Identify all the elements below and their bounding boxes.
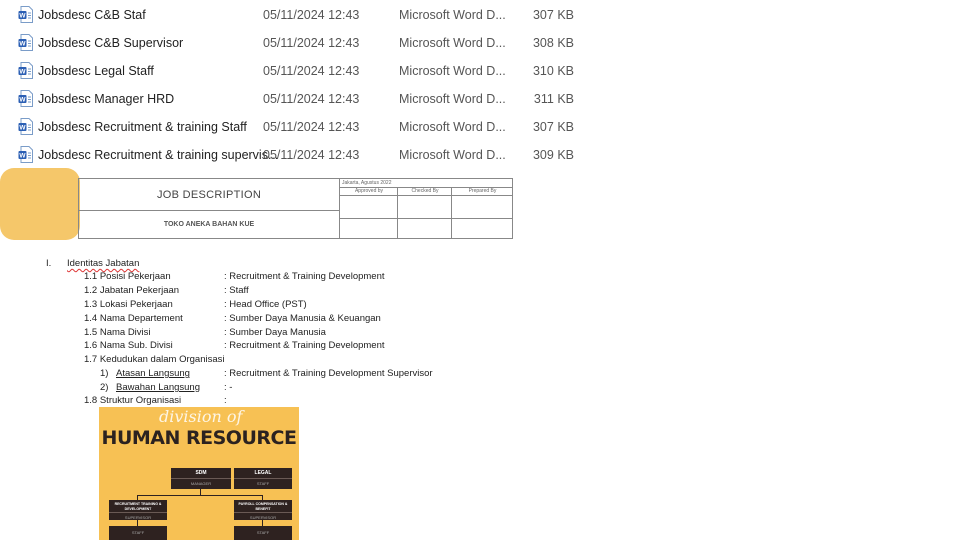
file-row[interactable]: W Jobsdesc C&B Supervisor 05/11/2024 12:… bbox=[0, 32, 600, 56]
item-value: : Staff bbox=[224, 285, 249, 296]
item-value: : Head Office (PST) bbox=[224, 299, 307, 310]
org-box-sdm: SDM MANAGER bbox=[171, 468, 231, 489]
org-box-staff: STAFF bbox=[109, 526, 167, 540]
item-label: 1.6 Nama Sub. Divisi bbox=[84, 340, 173, 351]
item-label: 1.5 Nama Divisi bbox=[84, 327, 151, 338]
document-preview: JOB DESCRIPTION TOKO ANEKA BAHAN KUE Jak… bbox=[0, 168, 515, 540]
file-size: 307 KB bbox=[532, 8, 574, 22]
file-size: 307 KB bbox=[532, 120, 574, 134]
doc-place-date: Jakarta, Agustus 2022 bbox=[342, 180, 392, 186]
item-value: : Sumber Daya Manusia bbox=[224, 327, 326, 338]
item-label: 1.4 Nama Departement bbox=[84, 313, 183, 324]
section-heading: Identitas Jabatan bbox=[67, 258, 140, 269]
doc-header-table: JOB DESCRIPTION TOKO ANEKA BAHAN KUE Jak… bbox=[78, 178, 513, 239]
org-box-staff: STAFF bbox=[234, 526, 292, 540]
file-size: 310 KB bbox=[532, 64, 574, 78]
file-size: 308 KB bbox=[532, 36, 574, 50]
org-title: HUMAN RESOURCE bbox=[101, 427, 297, 449]
file-row[interactable]: W Jobsdesc Legal Staff 05/11/2024 12:43 … bbox=[0, 60, 600, 84]
org-box-recruitment: RECRUITMENT TRAINING & DEVELOPMENT SUPER… bbox=[109, 500, 167, 520]
file-row[interactable]: W Jobsdesc Recruitment & training superv… bbox=[0, 144, 600, 168]
subitem-value: : - bbox=[224, 382, 233, 393]
file-size: 311 KB bbox=[533, 92, 574, 106]
sig-prepared: Prepared By bbox=[451, 187, 513, 238]
item-label: 1.2 Jabatan Pekerjaan bbox=[84, 285, 180, 296]
subitem-num: 1) bbox=[100, 368, 109, 379]
item-value: : Recruitment & Training Development bbox=[224, 340, 385, 351]
subitem-value: : Recruitment & Training Development Sup… bbox=[224, 368, 433, 379]
doc-company: TOKO ANEKA BAHAN KUE bbox=[163, 221, 255, 228]
item-value: : Sumber Daya Manusia & Keuangan bbox=[224, 313, 381, 324]
org-box-payroll: PAYROLL COMPENSATION & BENEFIT SUPERVISO… bbox=[234, 500, 292, 520]
sig-approved: Approved by bbox=[340, 187, 398, 238]
org-box-legal: LEGAL STAFF bbox=[234, 468, 292, 489]
org-script-text: division of bbox=[159, 407, 243, 426]
subitem-num: 2) bbox=[100, 382, 109, 393]
struktur-label: 1.8 Struktur Organisasi bbox=[84, 395, 182, 406]
item-label: 1.1 Posisi Pekerjaan bbox=[84, 271, 171, 282]
struktur-value: : bbox=[224, 395, 227, 406]
doc-title: JOB DESCRIPTION bbox=[79, 179, 339, 211]
section-numeral: I. bbox=[46, 258, 52, 269]
item-label: 1.7 Kedudukan dalam Organisasi bbox=[84, 354, 225, 365]
item-label: 1.3 Lokasi Pekerjaan bbox=[84, 299, 173, 310]
file-size: 309 KB bbox=[532, 148, 574, 162]
subitem-label: Atasan Langsung bbox=[116, 368, 190, 379]
item-value: : Recruitment & Training Development bbox=[224, 271, 385, 282]
file-row[interactable]: W Jobsdesc Recruitment & training Staff … bbox=[0, 116, 600, 140]
file-row[interactable]: W Jobsdesc Manager HRD 05/11/2024 12:43 … bbox=[0, 88, 600, 112]
org-chart-image: division of HUMAN RESOURCE SDM MANAGER L… bbox=[99, 407, 299, 540]
yellow-shape bbox=[0, 168, 80, 240]
sig-checked: Checked By bbox=[397, 187, 452, 238]
file-row[interactable]: W Jobsdesc C&B Staf 05/11/2024 12:43 Mic… bbox=[0, 4, 600, 28]
subitem-label: Bawahan Langsung bbox=[116, 382, 200, 393]
